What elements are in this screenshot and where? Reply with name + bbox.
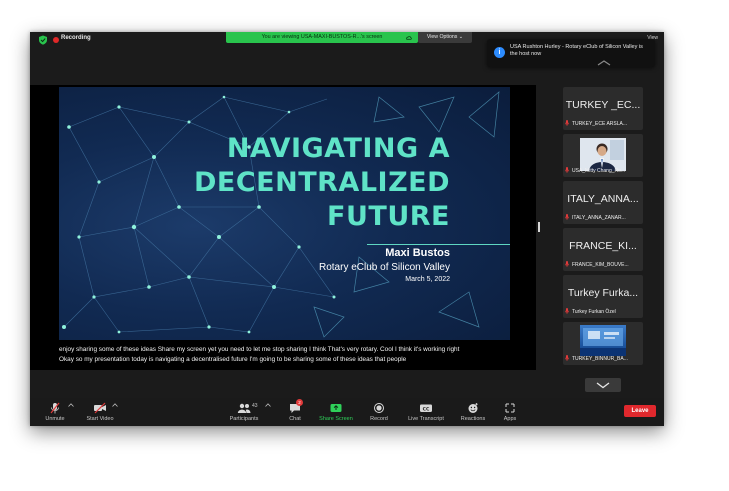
leave-button[interactable]: Leave <box>624 405 656 417</box>
apps-label: Apps <box>503 416 517 422</box>
participants-count: 43 <box>252 403 258 409</box>
shared-image-icon <box>580 328 626 356</box>
muted-mic-icon <box>565 355 569 361</box>
participant-label-text: ITALY_ANNA_ZANAR... <box>572 215 626 221</box>
participant-label: FRANCE_KIM_BOUVE... <box>565 261 641 269</box>
participant-name-large: Turkey Furka... <box>567 287 639 299</box>
chevron-down-icon <box>596 382 610 389</box>
participant-tile[interactable]: USA_Mitty Chang_Ro... <box>563 134 643 177</box>
slide-author: Maxi Bustos <box>385 247 450 259</box>
slide-club: Rotary eClub of Silicon Valley <box>319 262 450 273</box>
participant-label: USA_Mitty Chang_Ro... <box>565 167 641 175</box>
svg-text:CC: CC <box>423 406 430 412</box>
security-shield-icon[interactable] <box>38 35 48 45</box>
reactions-icon <box>468 403 478 413</box>
chat-badge: 2 <box>296 399 303 406</box>
participant-label: ITALY_ANNA_ZANAR... <box>565 214 641 222</box>
participant-label: TURKEY_ECE ARSLA... <box>565 120 641 128</box>
participant-tile[interactable]: FRANCE_KI... FRANCE_KIM_BOUVE... <box>563 228 643 271</box>
chevron-up-icon[interactable] <box>68 403 74 407</box>
meeting-toolbar: Unmute Start Video Participants 43 Chat … <box>30 398 664 426</box>
reactions-button[interactable]: Reactions <box>457 400 489 424</box>
screen-share-banner: You are viewing USA-MAXI-BUSTOS-R...'s s… <box>226 32 418 43</box>
participants-icon <box>237 403 251 413</box>
notification-text: USA Rushton Hurley - Rotary eClub of Sil… <box>510 44 643 57</box>
unmute-button[interactable]: Unmute <box>38 400 72 424</box>
banner-text: You are viewing USA-MAXI-BUSTOS-R...'s s… <box>261 34 383 40</box>
participant-label-text: TURKEY_ECE ARSLA... <box>572 121 628 127</box>
participant-label-text: Turkey Furkan Özel <box>572 309 616 315</box>
record-icon <box>374 403 384 413</box>
unmute-label: Unmute <box>45 416 65 422</box>
zoom-window: Recording You are viewing USA-MAXI-BUSTO… <box>30 32 664 426</box>
reactions-label: Reactions <box>460 416 486 422</box>
muted-mic-icon <box>565 214 569 220</box>
participant-label-text: USA_Mitty Chang_Ro... <box>572 168 626 174</box>
live-captions: enjoy sharing some of these ideas Share … <box>59 345 529 365</box>
muted-mic-icon <box>565 167 569 173</box>
record-label: Record <box>370 416 388 422</box>
slide-date: March 5, 2022 <box>405 276 450 283</box>
chevron-up-icon[interactable] <box>265 403 271 407</box>
video-off-icon <box>94 402 106 414</box>
participant-tile[interactable]: Turkey Furka... Turkey Furkan Özel <box>563 275 643 318</box>
participant-tile[interactable]: ITALY_ANNA... ITALY_ANNA_ZANAR... <box>563 181 643 224</box>
slide-title: NAVIGATING A DECENTRALIZED FUTURE <box>194 132 450 234</box>
participant-tile[interactable]: TURKEY_BINNUR_BA... <box>563 322 643 365</box>
presentation-slide: NAVIGATING A DECENTRALIZED FUTURE Maxi B… <box>59 87 510 340</box>
caption-line-2: Okay so my presentation today is navigat… <box>59 356 407 363</box>
participant-video <box>580 325 626 356</box>
participant-name-large: FRANCE_KI... <box>569 240 637 252</box>
chat-label: Chat <box>289 416 301 422</box>
chat-button[interactable]: Chat <box>282 400 308 424</box>
slide-title-line-1: NAVIGATING A <box>226 133 450 164</box>
share-screen-icon <box>330 404 342 412</box>
view-options-button[interactable]: View Options ⌄ <box>418 32 472 43</box>
muted-mic-icon <box>565 261 569 267</box>
caption-line-1: enjoy sharing some of these ideas Share … <box>59 346 460 353</box>
view-options-label: View Options ⌄ <box>426 34 464 40</box>
apps-icon <box>505 403 515 413</box>
host-notification: i USA Rushton Hurley - Rotary eClub of S… <box>487 39 655 67</box>
chevron-up-icon[interactable] <box>112 403 118 407</box>
shared-screen: NAVIGATING A DECENTRALIZED FUTURE Maxi B… <box>30 85 536 370</box>
record-button[interactable]: Record <box>365 400 393 424</box>
participant-name-large: ITALY_ANNA... <box>567 193 639 205</box>
recording-dot-icon <box>53 37 59 43</box>
closed-caption-icon: CC <box>420 404 432 412</box>
participants-label: Participants <box>229 416 259 422</box>
participant-label-text: FRANCE_KIM_BOUVE... <box>572 262 629 268</box>
slide-divider <box>367 244 510 245</box>
live-transcript-button[interactable]: CC Live Transcript <box>401 400 451 424</box>
live-transcript-label: Live Transcript <box>408 416 444 422</box>
muted-mic-icon <box>50 402 60 414</box>
recording-label: Recording <box>61 35 91 41</box>
cloud-icon <box>406 36 412 40</box>
split-resize-handle[interactable] <box>538 222 540 232</box>
participant-label: TURKEY_BINNUR_BA... <box>565 355 641 363</box>
muted-mic-icon <box>565 308 569 314</box>
chevron-up-icon[interactable] <box>597 60 611 66</box>
start-video-label: Start Video <box>86 416 114 422</box>
participant-tile[interactable]: TURKEY _EC... TURKEY_ECE ARSLA... <box>563 87 643 130</box>
apps-button[interactable]: Apps <box>498 400 522 424</box>
slide-title-line-3: FUTURE <box>327 201 450 232</box>
muted-mic-icon <box>565 120 569 126</box>
participant-label: Turkey Furkan Özel <box>565 308 641 316</box>
share-screen-button[interactable]: Share Screen <box>316 400 356 424</box>
slide-title-line-2: DECENTRALIZED <box>194 167 450 198</box>
gallery-scroll-down-button[interactable] <box>585 378 621 392</box>
info-icon: i <box>494 47 505 58</box>
participant-name-large: TURKEY _EC... <box>565 99 641 111</box>
participant-label-text: TURKEY_BINNUR_BA... <box>572 356 628 362</box>
share-screen-label: Share Screen <box>319 416 353 422</box>
